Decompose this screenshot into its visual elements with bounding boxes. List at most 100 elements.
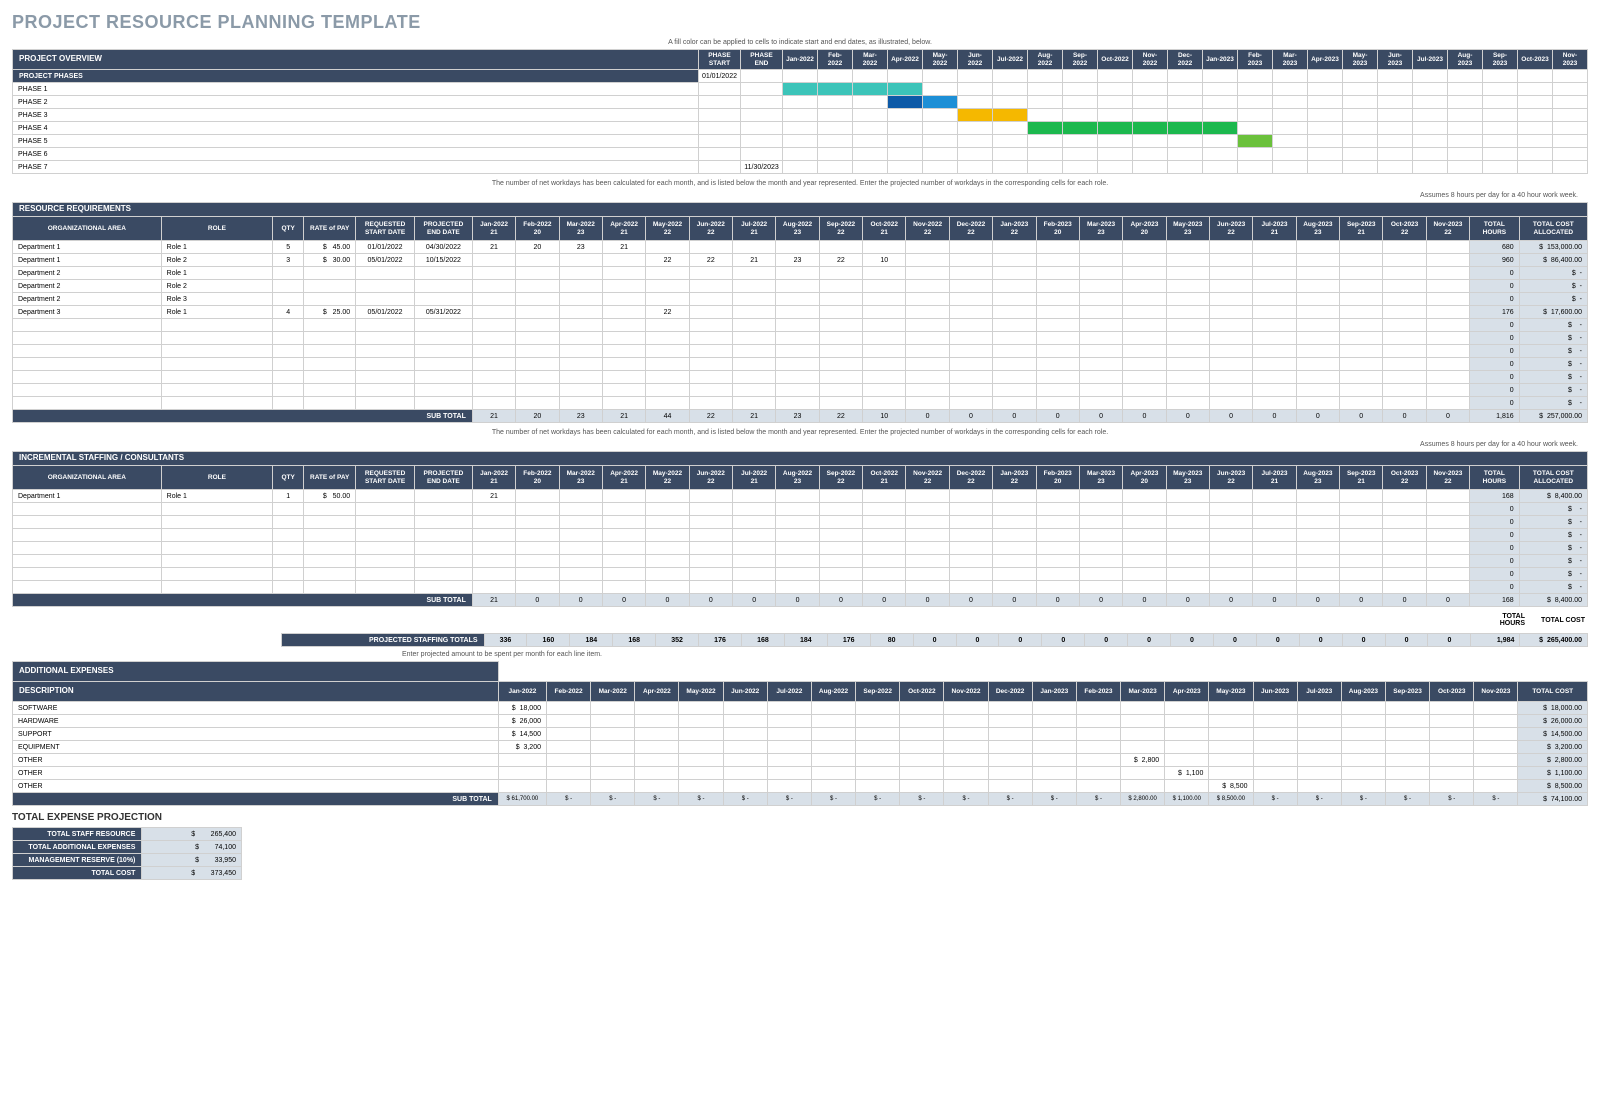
workday-cell[interactable] bbox=[1036, 267, 1079, 280]
expense-cell[interactable]: $ 8,500 bbox=[1209, 780, 1253, 793]
phase-cell[interactable] bbox=[1483, 122, 1518, 135]
qty[interactable] bbox=[273, 280, 304, 293]
expense-cell[interactable] bbox=[1430, 767, 1474, 780]
workday-cell[interactable] bbox=[1296, 241, 1339, 254]
expense-cell[interactable]: $ 2,800 bbox=[1121, 754, 1165, 767]
expense-cell[interactable] bbox=[944, 715, 988, 728]
workday-cell[interactable] bbox=[646, 280, 689, 293]
phase-cell[interactable] bbox=[818, 135, 853, 148]
phase-cell[interactable] bbox=[993, 161, 1028, 174]
phase-cell[interactable] bbox=[1378, 148, 1413, 161]
start-date[interactable]: 05/01/2022 bbox=[356, 306, 415, 319]
expense-cell[interactable] bbox=[900, 741, 944, 754]
workday-cell[interactable] bbox=[1383, 241, 1426, 254]
workday-cell[interactable] bbox=[1296, 306, 1339, 319]
rate[interactable]: $ 30.00 bbox=[304, 254, 356, 267]
phase-cell[interactable] bbox=[958, 122, 993, 135]
expense-cell[interactable] bbox=[811, 702, 855, 715]
expense-cell[interactable] bbox=[679, 728, 723, 741]
expense-cell[interactable]: $ 3,200 bbox=[498, 741, 546, 754]
workday-cell[interactable] bbox=[559, 267, 602, 280]
workday-cell[interactable] bbox=[1426, 306, 1469, 319]
phase-cell[interactable] bbox=[1413, 96, 1448, 109]
phase-cell[interactable] bbox=[1028, 109, 1063, 122]
expense-cell[interactable] bbox=[1253, 767, 1297, 780]
phase-cell[interactable] bbox=[853, 83, 888, 96]
phase-cell[interactable] bbox=[1098, 122, 1133, 135]
expense-cell[interactable]: $ 14,500 bbox=[498, 728, 546, 741]
role[interactable]: Role 1 bbox=[161, 241, 273, 254]
expense-cell[interactable] bbox=[944, 754, 988, 767]
phase-cell[interactable] bbox=[1308, 109, 1343, 122]
workday-cell[interactable] bbox=[646, 241, 689, 254]
workday-cell[interactable] bbox=[863, 293, 906, 306]
workday-cell[interactable] bbox=[1383, 306, 1426, 319]
workday-cell[interactable] bbox=[993, 306, 1036, 319]
expense-cell[interactable] bbox=[856, 741, 900, 754]
workday-cell[interactable] bbox=[733, 267, 776, 280]
phase-cell[interactable] bbox=[818, 109, 853, 122]
expense-cell[interactable] bbox=[900, 715, 944, 728]
workday-cell[interactable]: 22 bbox=[646, 254, 689, 267]
workday-cell[interactable] bbox=[1253, 293, 1296, 306]
workday-cell[interactable] bbox=[1036, 280, 1079, 293]
phase-cell[interactable] bbox=[1413, 135, 1448, 148]
phase-cell[interactable] bbox=[1448, 135, 1483, 148]
workday-cell[interactable] bbox=[819, 490, 862, 503]
expense-cell[interactable] bbox=[591, 780, 635, 793]
start-date[interactable]: 05/01/2022 bbox=[356, 254, 415, 267]
workday-cell[interactable]: 21 bbox=[472, 241, 515, 254]
phase-cell[interactable] bbox=[1028, 148, 1063, 161]
workday-cell[interactable] bbox=[516, 254, 559, 267]
workday-cell[interactable] bbox=[602, 267, 645, 280]
phase-cell[interactable] bbox=[1553, 83, 1588, 96]
phase-cell[interactable] bbox=[1483, 148, 1518, 161]
expense-desc[interactable]: OTHER bbox=[13, 754, 499, 767]
phase-cell[interactable] bbox=[853, 148, 888, 161]
workday-cell[interactable] bbox=[1079, 293, 1122, 306]
role[interactable]: Role 1 bbox=[161, 267, 273, 280]
expense-cell[interactable] bbox=[723, 702, 767, 715]
phase-cell[interactable] bbox=[958, 135, 993, 148]
workday-cell[interactable]: 21 bbox=[733, 254, 776, 267]
phase-cell[interactable] bbox=[1483, 96, 1518, 109]
expense-cell[interactable] bbox=[547, 715, 591, 728]
phase-cell[interactable] bbox=[1343, 122, 1378, 135]
phase-cell[interactable] bbox=[1553, 135, 1588, 148]
phase-cell[interactable] bbox=[1168, 135, 1203, 148]
workday-cell[interactable] bbox=[776, 490, 819, 503]
expense-cell[interactable] bbox=[856, 715, 900, 728]
expense-cell[interactable] bbox=[767, 754, 811, 767]
phase-cell[interactable] bbox=[853, 161, 888, 174]
workday-cell[interactable] bbox=[906, 254, 949, 267]
workday-cell[interactable] bbox=[1036, 241, 1079, 254]
expense-cell[interactable] bbox=[1032, 702, 1076, 715]
expense-cell[interactable] bbox=[767, 702, 811, 715]
expense-cell[interactable] bbox=[1121, 702, 1165, 715]
role[interactable]: Role 1 bbox=[161, 306, 273, 319]
expense-cell[interactable] bbox=[591, 754, 635, 767]
expense-cell[interactable] bbox=[1165, 741, 1209, 754]
workday-cell[interactable] bbox=[1253, 280, 1296, 293]
workday-cell[interactable] bbox=[1340, 280, 1383, 293]
expense-cell[interactable] bbox=[1430, 741, 1474, 754]
expense-cell[interactable] bbox=[1385, 715, 1429, 728]
workday-cell[interactable] bbox=[1253, 254, 1296, 267]
workday-cell[interactable] bbox=[1340, 254, 1383, 267]
phase-cell[interactable] bbox=[993, 148, 1028, 161]
workday-cell[interactable] bbox=[733, 306, 776, 319]
expense-cell[interactable] bbox=[811, 728, 855, 741]
expense-cell[interactable] bbox=[988, 702, 1032, 715]
workday-cell[interactable] bbox=[1209, 293, 1252, 306]
expense-cell[interactable] bbox=[591, 702, 635, 715]
rate[interactable]: $ 45.00 bbox=[304, 241, 356, 254]
workday-cell[interactable] bbox=[1036, 306, 1079, 319]
end-date[interactable]: 04/30/2022 bbox=[414, 241, 472, 254]
expense-cell[interactable] bbox=[547, 728, 591, 741]
expense-cell[interactable] bbox=[723, 767, 767, 780]
phase-cell[interactable] bbox=[1063, 122, 1098, 135]
workday-cell[interactable] bbox=[689, 241, 732, 254]
phase-cell[interactable] bbox=[818, 148, 853, 161]
workday-cell[interactable]: 23 bbox=[559, 241, 602, 254]
workday-cell[interactable] bbox=[689, 267, 732, 280]
